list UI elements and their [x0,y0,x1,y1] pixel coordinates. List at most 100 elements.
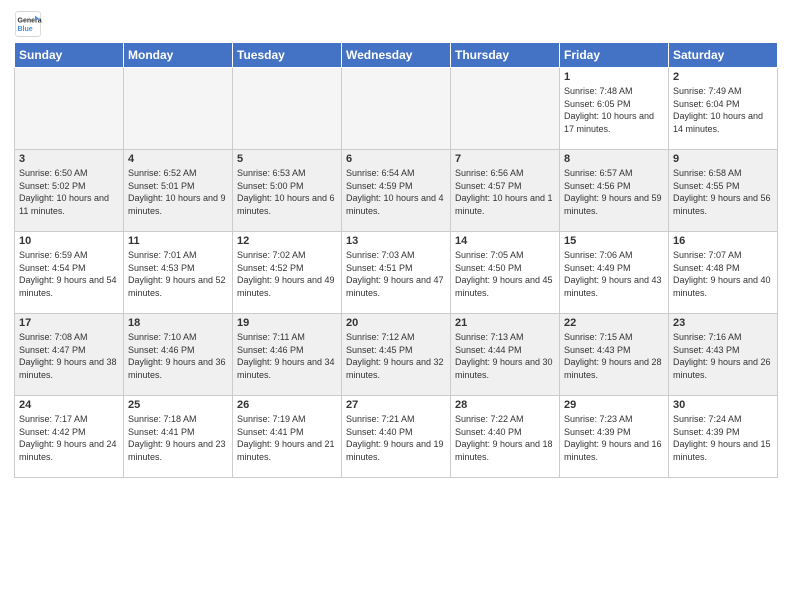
day-info: Sunrise: 7:21 AM Sunset: 4:40 PM Dayligh… [346,413,446,463]
col-header-friday: Friday [560,43,669,68]
calendar-cell: 10 Sunrise: 6:59 AM Sunset: 4:54 PM Dayli… [15,232,124,314]
day-number: 9 [673,153,773,165]
day-info: Sunrise: 6:58 AM Sunset: 4:55 PM Dayligh… [673,167,773,217]
day-number: 3 [19,153,119,165]
day-info: Sunrise: 7:11 AM Sunset: 4:46 PM Dayligh… [237,331,337,381]
calendar-cell: 29 Sunrise: 7:23 AM Sunset: 4:39 PM Dayli… [560,396,669,478]
calendar-cell: 4 Sunrise: 6:52 AM Sunset: 5:01 PM Daylig… [124,150,233,232]
calendar-cell: 26Sunrise: 7:19 AM Sunset: 4:41 PM Dayli… [233,396,342,478]
day-number: 18 [128,317,228,329]
calendar-cell: 3 Sunrise: 6:50 AM Sunset: 5:02 PM Daylig… [15,150,124,232]
day-info: Sunrise: 7:01 AM Sunset: 4:53 PM Dayligh… [128,249,228,299]
day-info: Sunrise: 7:17 AM Sunset: 4:42 PM Dayligh… [19,413,119,463]
day-info: Sunrise: 7:23 AM Sunset: 4:39 PM Dayligh… [564,413,664,463]
day-info: Sunrise: 6:52 AM Sunset: 5:01 PM Dayligh… [128,167,228,217]
day-info: Sunrise: 7:05 AM Sunset: 4:50 PM Dayligh… [455,249,555,299]
day-number: 30 [673,399,773,411]
day-info: Sunrise: 7:15 AM Sunset: 4:43 PM Dayligh… [564,331,664,381]
day-info: Sunrise: 7:06 AM Sunset: 4:49 PM Dayligh… [564,249,664,299]
day-info: Sunrise: 7:18 AM Sunset: 4:41 PM Dayligh… [128,413,228,463]
calendar-week-4: 24Sunrise: 7:17 AM Sunset: 4:42 PM Dayli… [15,396,778,478]
calendar-cell: 14 Sunrise: 7:05 AM Sunset: 4:50 PM Dayli… [451,232,560,314]
calendar-cell: 9 Sunrise: 6:58 AM Sunset: 4:55 PM Daylig… [669,150,778,232]
logo: General Blue [14,10,46,38]
day-number: 15 [564,235,664,247]
day-number: 7 [455,153,555,165]
calendar-cell: 21Sunrise: 7:13 AM Sunset: 4:44 PM Dayli… [451,314,560,396]
day-info: Sunrise: 6:59 AM Sunset: 4:54 PM Dayligh… [19,249,119,299]
calendar-cell [124,68,233,150]
calendar-week-0: 1 Sunrise: 7:48 AM Sunset: 6:05 PM Daylig… [15,68,778,150]
col-header-tuesday: Tuesday [233,43,342,68]
calendar-cell: 23 Sunrise: 7:16 AM Sunset: 4:43 PM Dayli… [669,314,778,396]
calendar-cell: 30 Sunrise: 7:24 AM Sunset: 4:39 PM Dayli… [669,396,778,478]
calendar-cell: 16 Sunrise: 7:07 AM Sunset: 4:48 PM Dayli… [669,232,778,314]
day-info: Sunrise: 7:03 AM Sunset: 4:51 PM Dayligh… [346,249,446,299]
calendar-cell: 24Sunrise: 7:17 AM Sunset: 4:42 PM Dayli… [15,396,124,478]
day-info: Sunrise: 7:13 AM Sunset: 4:44 PM Dayligh… [455,331,555,381]
calendar-cell: 18 Sunrise: 7:10 AM Sunset: 4:46 PM Dayli… [124,314,233,396]
calendar-cell: 11 Sunrise: 7:01 AM Sunset: 4:53 PM Dayli… [124,232,233,314]
day-number: 16 [673,235,773,247]
day-number: 2 [673,71,773,83]
day-info: Sunrise: 6:57 AM Sunset: 4:56 PM Dayligh… [564,167,664,217]
calendar-cell [233,68,342,150]
calendar-cell [342,68,451,150]
day-info: Sunrise: 6:50 AM Sunset: 5:02 PM Dayligh… [19,167,119,217]
day-info: Sunrise: 7:48 AM Sunset: 6:05 PM Dayligh… [564,85,664,135]
day-number: 27 [346,399,446,411]
calendar-cell: 17 Sunrise: 7:08 AM Sunset: 4:47 PM Dayli… [15,314,124,396]
day-info: Sunrise: 6:56 AM Sunset: 4:57 PM Dayligh… [455,167,555,217]
day-number: 8 [564,153,664,165]
day-number: 11 [128,235,228,247]
day-number: 29 [564,399,664,411]
day-number: 6 [346,153,446,165]
day-info: Sunrise: 7:22 AM Sunset: 4:40 PM Dayligh… [455,413,555,463]
day-info: Sunrise: 7:07 AM Sunset: 4:48 PM Dayligh… [673,249,773,299]
day-info: Sunrise: 7:02 AM Sunset: 4:52 PM Dayligh… [237,249,337,299]
calendar-cell: 22Sunrise: 7:15 AM Sunset: 4:43 PM Dayli… [560,314,669,396]
day-number: 4 [128,153,228,165]
calendar-cell: 2 Sunrise: 7:49 AM Sunset: 6:04 PM Daylig… [669,68,778,150]
day-info: Sunrise: 7:24 AM Sunset: 4:39 PM Dayligh… [673,413,773,463]
calendar-cell: 13 Sunrise: 7:03 AM Sunset: 4:51 PM Dayli… [342,232,451,314]
logo-icon: General Blue [14,10,42,38]
calendar-cell: 5Sunrise: 6:53 AM Sunset: 5:00 PM Daylig… [233,150,342,232]
calendar-cell: 28 Sunrise: 7:22 AM Sunset: 4:40 PM Dayli… [451,396,560,478]
day-number: 13 [346,235,446,247]
day-info: Sunrise: 7:16 AM Sunset: 4:43 PM Dayligh… [673,331,773,381]
day-number: 28 [455,399,555,411]
day-info: Sunrise: 7:08 AM Sunset: 4:47 PM Dayligh… [19,331,119,381]
calendar-cell: 25 Sunrise: 7:18 AM Sunset: 4:41 PM Dayli… [124,396,233,478]
col-header-thursday: Thursday [451,43,560,68]
calendar-cell: 1 Sunrise: 7:48 AM Sunset: 6:05 PM Daylig… [560,68,669,150]
day-number: 26 [237,399,337,411]
calendar-cell: 20Sunrise: 7:12 AM Sunset: 4:45 PM Dayli… [342,314,451,396]
calendar-cell: 19 Sunrise: 7:11 AM Sunset: 4:46 PM Dayli… [233,314,342,396]
day-number: 20 [346,317,446,329]
day-number: 14 [455,235,555,247]
calendar-cell: 7 Sunrise: 6:56 AM Sunset: 4:57 PM Daylig… [451,150,560,232]
day-number: 17 [19,317,119,329]
calendar-week-3: 17 Sunrise: 7:08 AM Sunset: 4:47 PM Dayli… [15,314,778,396]
day-number: 1 [564,71,664,83]
col-header-saturday: Saturday [669,43,778,68]
day-number: 12 [237,235,337,247]
calendar-week-2: 10 Sunrise: 6:59 AM Sunset: 4:54 PM Dayli… [15,232,778,314]
calendar-header-row: SundayMondayTuesdayWednesdayThursdayFrid… [15,43,778,68]
day-number: 10 [19,235,119,247]
day-info: Sunrise: 6:54 AM Sunset: 4:59 PM Dayligh… [346,167,446,217]
day-number: 25 [128,399,228,411]
calendar-cell [451,68,560,150]
day-info: Sunrise: 7:10 AM Sunset: 4:46 PM Dayligh… [128,331,228,381]
svg-text:Blue: Blue [18,26,33,33]
calendar-cell: 8 Sunrise: 6:57 AM Sunset: 4:56 PM Daylig… [560,150,669,232]
day-info: Sunrise: 7:49 AM Sunset: 6:04 PM Dayligh… [673,85,773,135]
calendar-cell [15,68,124,150]
col-header-wednesday: Wednesday [342,43,451,68]
calendar-cell: 15 Sunrise: 7:06 AM Sunset: 4:49 PM Dayli… [560,232,669,314]
day-number: 19 [237,317,337,329]
calendar-cell: 27 Sunrise: 7:21 AM Sunset: 4:40 PM Dayli… [342,396,451,478]
col-header-monday: Monday [124,43,233,68]
day-number: 23 [673,317,773,329]
